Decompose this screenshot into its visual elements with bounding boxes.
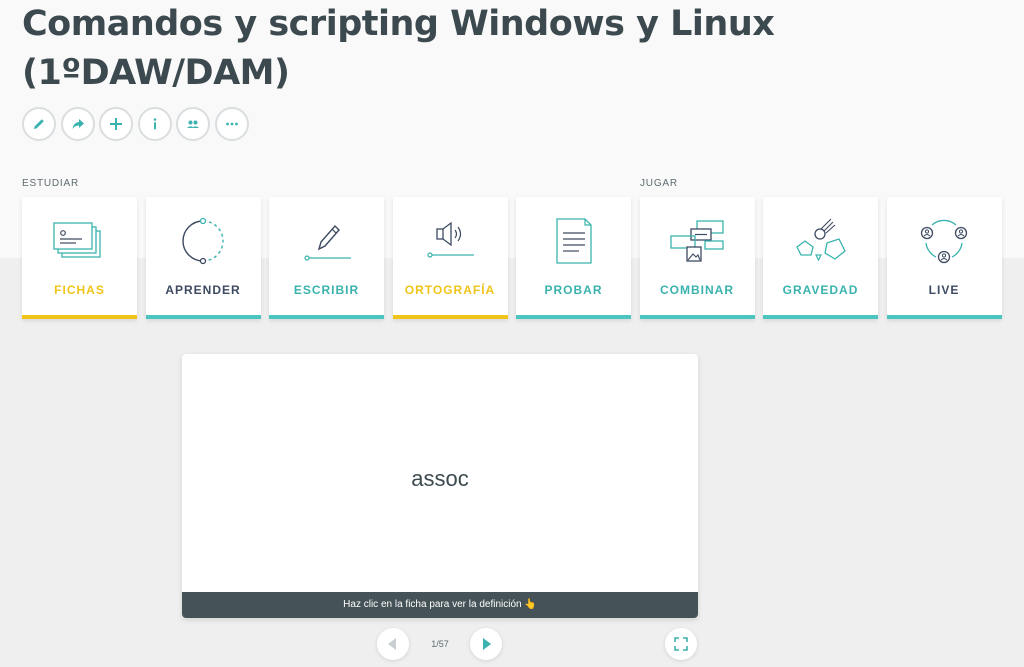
gravity-icon [795,218,846,262]
speaker-icon [427,221,474,258]
chevron-right-icon [483,638,491,650]
mode-spell-bar [392,315,508,319]
test-icon [555,218,592,264]
match-icon [670,220,724,262]
mode-match-label: COMBINAR [660,283,734,297]
people-icon [187,120,199,128]
mode-live-bar [886,315,1002,319]
mode-match[interactable]: COMBINAR [639,197,755,319]
mode-live[interactable]: LIVE [886,197,1002,319]
flashcard-term: assoc [411,466,469,491]
fullscreen-button[interactable] [665,628,697,660]
mode-match-bar [639,315,755,319]
mode-gravity-label: GRAVEDAD [782,283,859,297]
mode-write[interactable]: ESCRIBIR [269,197,384,319]
previous-card-button[interactable] [377,628,409,660]
mode-gravity-bar [763,315,878,319]
study-modes: FICHAS APRENDER ESCRIBIR ORTOGRAFÍA PROB… [22,197,1002,319]
flashcard[interactable]: assoc Haz clic en la ficha para ver la d… [182,354,698,618]
info-button[interactable] [137,107,172,141]
study-section-label: ESTUDIAR [22,178,79,189]
fullscreen-icon [674,637,688,651]
page-title: Comandos y scripting Windows y Linux (1º… [22,0,782,98]
edit-button[interactable] [22,107,56,141]
mode-spell[interactable]: ORTOGRAFÍA [392,197,508,319]
flashcards-icon [52,222,101,258]
share-button[interactable] [60,107,95,141]
mode-flashcards-bar [22,315,137,319]
mode-learn-label: APRENDER [165,283,241,297]
learn-icon [182,217,224,265]
write-icon [303,224,351,261]
plus-icon [110,118,122,130]
mode-flashcards[interactable]: FICHAS [22,197,137,319]
mode-write-bar [269,315,384,319]
title-line-1: Comandos y scripting Windows y Linux [22,4,775,44]
mode-spell-label: ORTOGRAFÍA [404,283,496,297]
mode-write-label: ESCRIBIR [293,283,360,297]
mode-test[interactable]: PROBAR [516,197,631,319]
next-card-button[interactable] [470,628,502,660]
mode-test-bar [516,315,631,319]
card-counter: 1/57 [431,639,449,649]
mode-learn-bar [145,315,261,319]
mode-test-label: PROBAR [544,283,603,297]
more-button[interactable] [214,107,249,141]
add-button[interactable] [99,107,133,141]
info-icon [153,118,156,130]
play-section-label: JUGAR [640,178,678,189]
mode-live-label: LIVE [928,283,960,297]
mode-gravity[interactable]: GRAVEDAD [763,197,878,319]
mode-flashcards-label: FICHAS [54,283,105,297]
mode-learn[interactable]: APRENDER [145,197,261,319]
action-toolbar [22,107,249,141]
more-icon [225,122,238,126]
title-line-2: (1ºDAW/DAM) [22,53,290,93]
live-icon [920,219,968,264]
pencil-icon [34,119,44,129]
chevron-left-icon [388,638,396,650]
flashcard-hint: Haz clic en la ficha para ver la definic… [182,592,698,618]
people-button[interactable] [176,107,210,141]
share-icon [72,119,84,129]
